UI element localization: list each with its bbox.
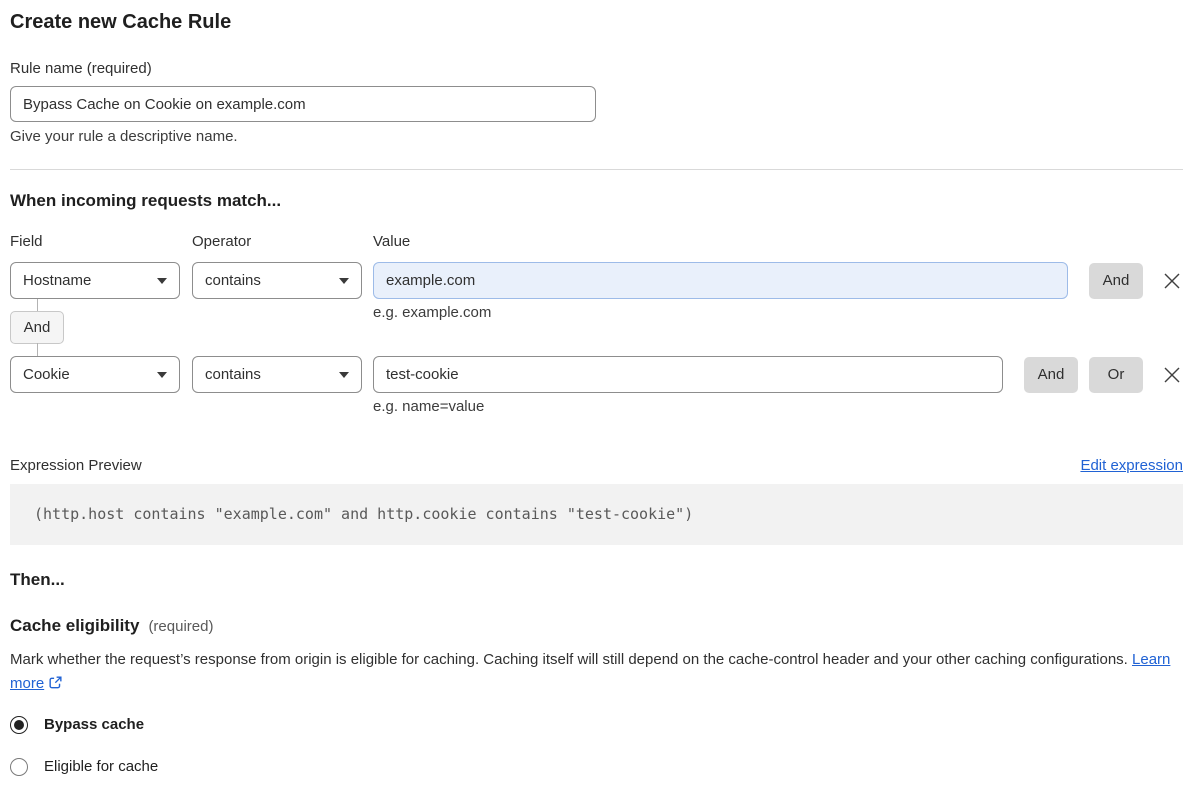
logic-buttons: And Or <box>1024 356 1143 393</box>
bypass-cache-option[interactable]: Bypass cache <box>10 716 1183 734</box>
field-select-value: Cookie <box>23 366 70 383</box>
section-divider <box>10 169 1183 170</box>
condition-row: Hostname contains And <box>10 262 1183 299</box>
eligible-for-cache-option[interactable]: Eligible for cache <box>10 758 1183 776</box>
expression-preview-label: Expression Preview <box>10 457 142 474</box>
rule-name-helper: Give your rule a descriptive name. <box>10 128 238 145</box>
page-title: Create new Cache Rule <box>10 11 232 33</box>
field-select[interactable]: Hostname <box>10 262 180 299</box>
or-button[interactable]: Or <box>1089 356 1143 393</box>
chevron-down-icon <box>339 371 349 378</box>
field-select[interactable]: Cookie <box>10 356 180 393</box>
chevron-down-icon <box>157 371 167 378</box>
rule-name-label: Rule name (required) <box>10 60 152 77</box>
connector-line <box>37 343 38 356</box>
operator-column-label: Operator <box>192 233 252 250</box>
and-button[interactable]: And <box>1024 356 1078 393</box>
value-input[interactable] <box>373 356 1003 393</box>
option-label: Bypass cache <box>44 716 145 733</box>
expression-preview-header: Expression Preview Edit expression <box>10 456 1183 476</box>
row-connector-area: And e.g. example.com <box>10 299 1183 356</box>
remove-condition-button[interactable] <box>1161 364 1183 386</box>
radio-button[interactable] <box>10 758 28 776</box>
logic-buttons: And <box>1089 262 1143 299</box>
external-link-icon <box>48 676 63 694</box>
rule-name-input[interactable] <box>10 86 596 122</box>
required-note: (required) <box>148 618 214 635</box>
then-heading: Then... <box>10 570 65 589</box>
connector-and-toggle[interactable]: And <box>10 311 64 344</box>
remove-condition-button[interactable] <box>1161 270 1183 292</box>
value-input[interactable] <box>373 262 1068 299</box>
option-label: Eligible for cache <box>44 758 159 775</box>
operator-select[interactable]: contains <box>192 262 362 299</box>
value-column-label: Value <box>373 233 411 250</box>
edit-expression-link[interactable]: Edit expression <box>1080 456 1183 476</box>
operator-select-value: contains <box>205 272 261 289</box>
create-cache-rule-form: Create new Cache Rule Rule name (require… <box>0 10 1200 776</box>
cache-eligibility-heading: Cache eligibility <box>10 616 140 635</box>
close-icon <box>1164 273 1180 288</box>
cache-eligibility-heading-row: Cache eligibility (required) <box>10 616 1183 636</box>
description-text: Mark whether the request’s response from… <box>10 651 1128 668</box>
value-hint: e.g. name=value <box>373 398 485 415</box>
operator-select[interactable]: contains <box>192 356 362 393</box>
field-select-value: Hostname <box>23 272 92 289</box>
value-hint: e.g. example.com <box>373 304 492 321</box>
chevron-down-icon <box>157 277 167 284</box>
close-icon <box>1164 367 1180 382</box>
connector-line <box>37 299 38 311</box>
match-section-heading: When incoming requests match... <box>10 191 282 210</box>
and-button[interactable]: And <box>1089 262 1143 299</box>
operator-select-value: contains <box>205 366 261 383</box>
field-column-label: Field <box>10 233 43 250</box>
condition-row: Cookie contains And Or <box>10 356 1183 393</box>
condition-column-labels: Field Operator Value <box>10 233 1183 251</box>
cache-eligibility-description: Mark whether the request’s response from… <box>10 648 1183 698</box>
radio-button[interactable] <box>10 716 28 734</box>
chevron-down-icon <box>339 277 349 284</box>
expression-code-block: (http.host contains "example.com" and ht… <box>10 484 1183 545</box>
